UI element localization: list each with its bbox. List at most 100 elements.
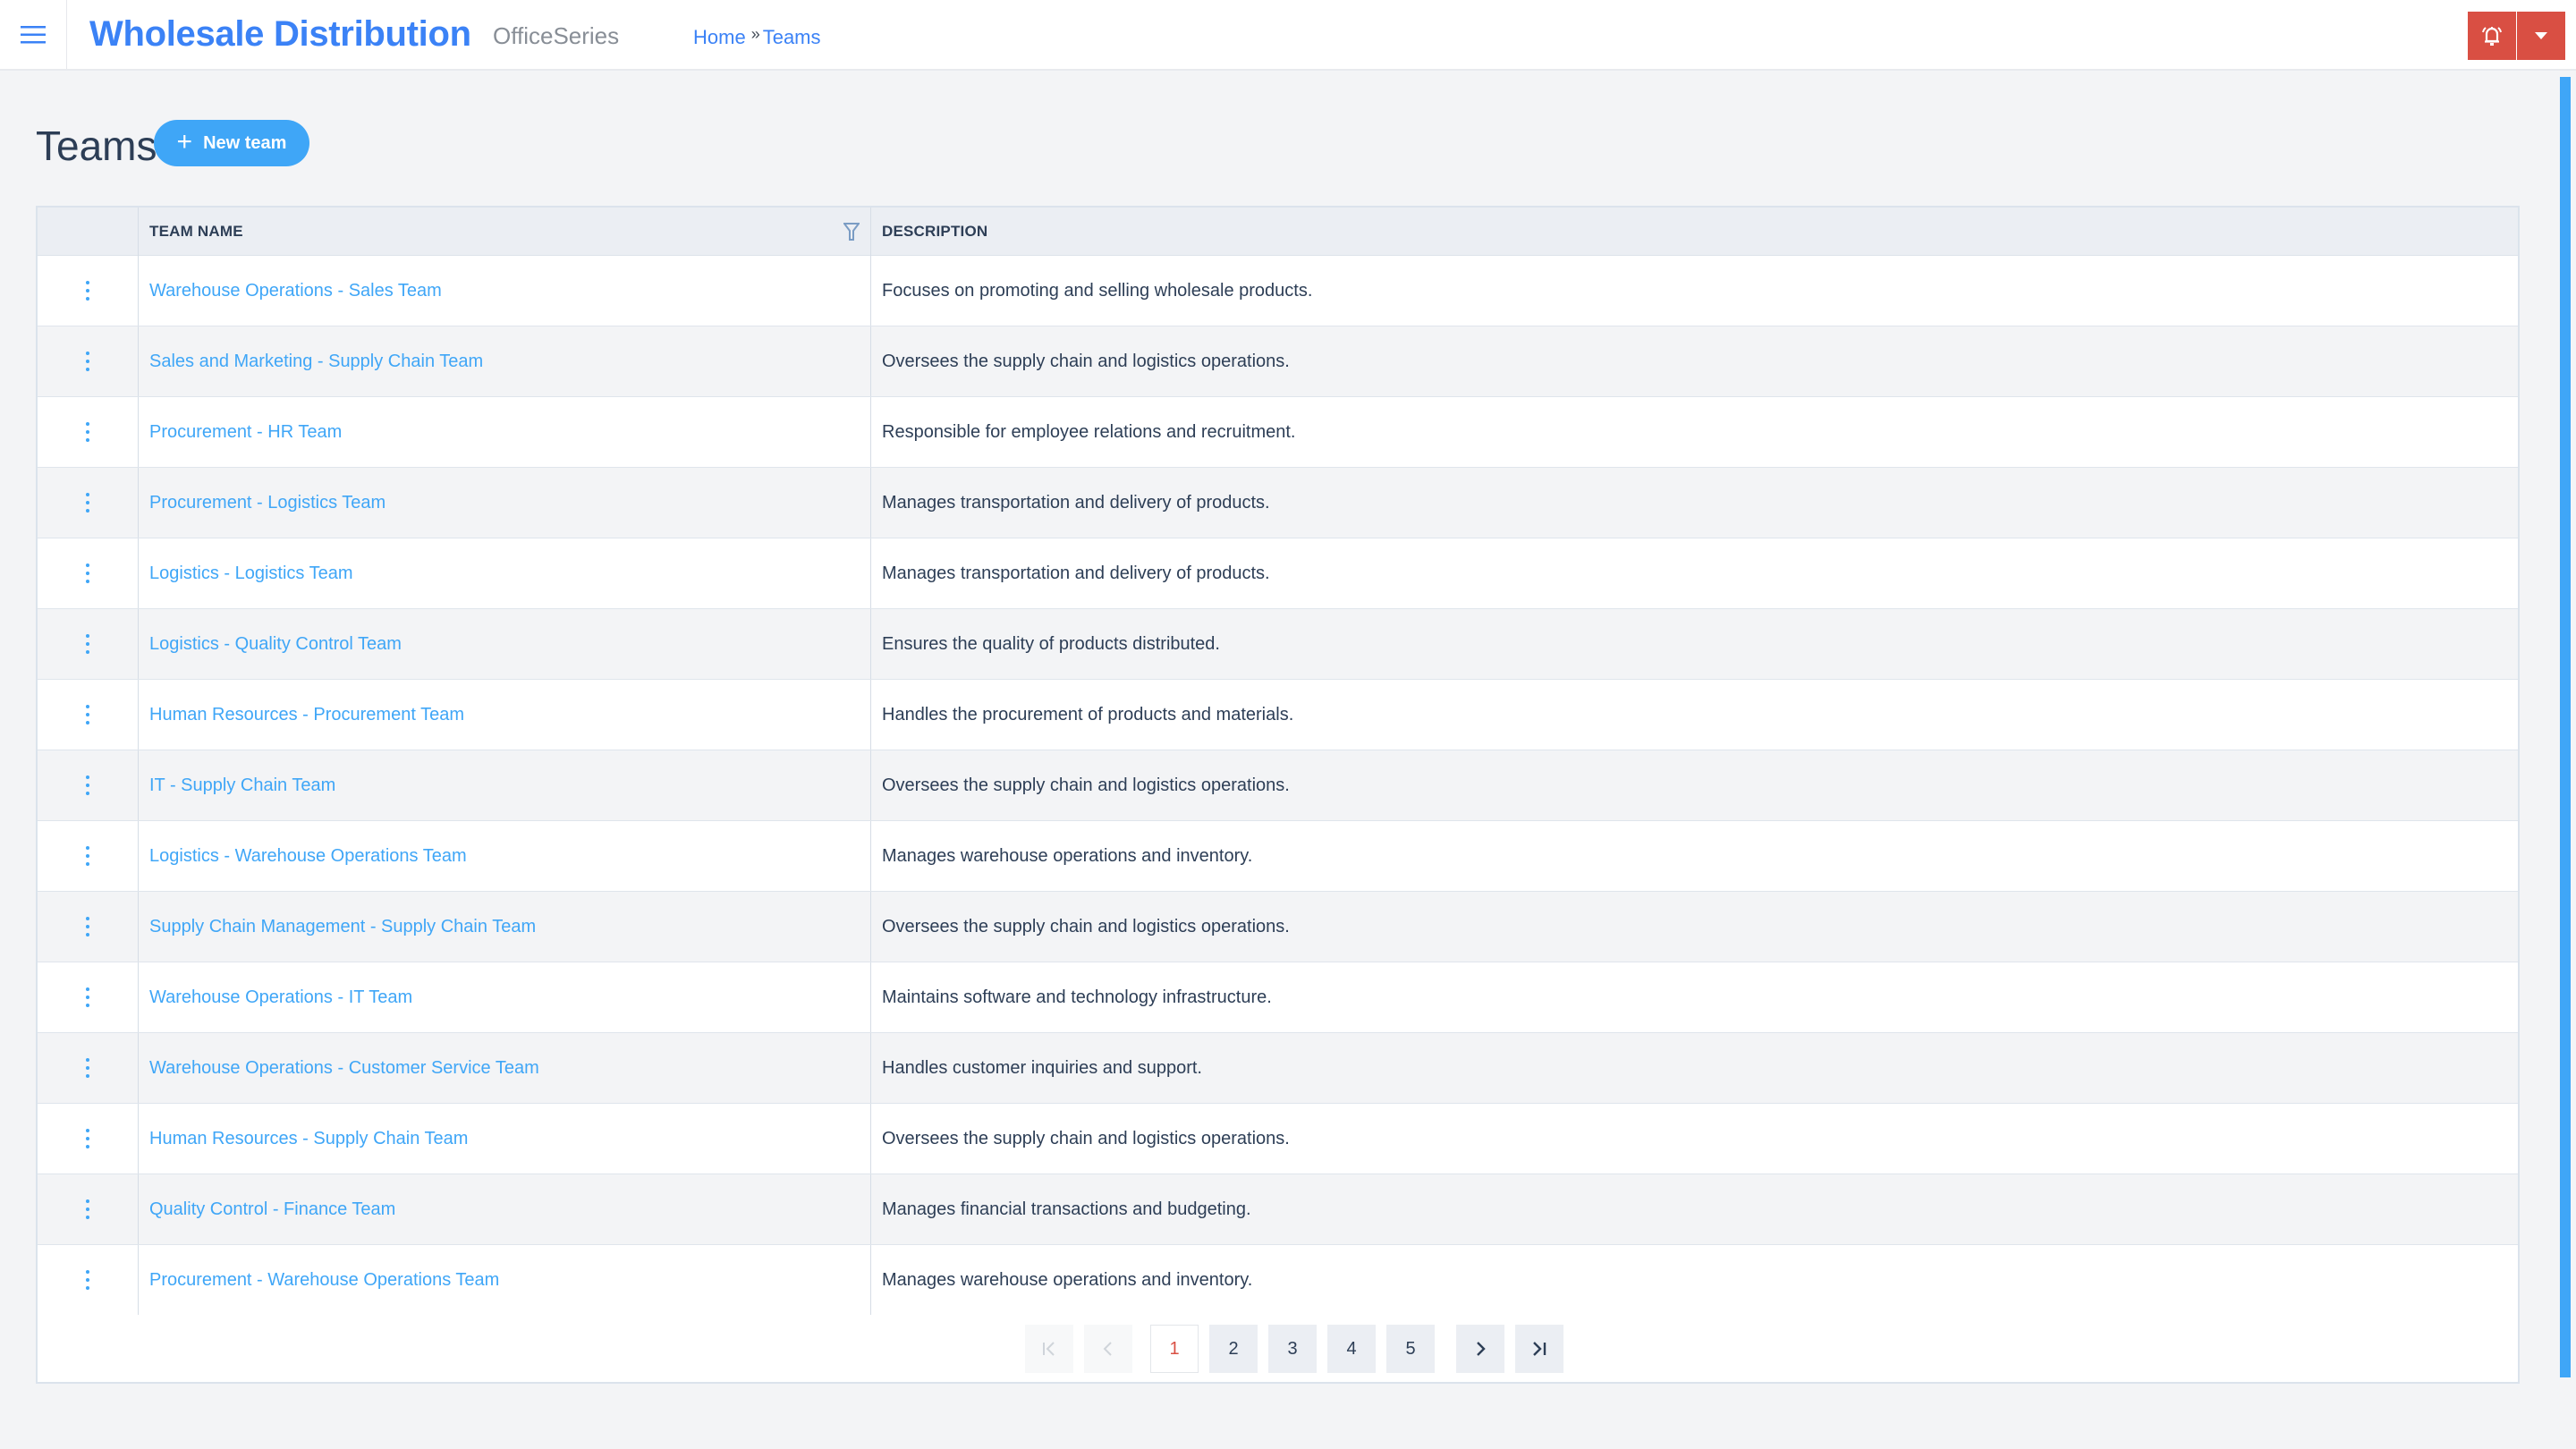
table-row: Warehouse Operations - IT Team Maintains … [38, 962, 2518, 1033]
kebab-menu-icon [86, 1270, 89, 1290]
team-name-cell: Logistics - Quality Control Team [139, 609, 871, 679]
page-title: Teams [36, 123, 157, 169]
page-button-4[interactable]: 4 [1327, 1325, 1376, 1373]
row-actions-button[interactable] [38, 750, 139, 820]
last-page-button[interactable] [1515, 1325, 1563, 1373]
app-subtitle: OfficeSeries [493, 22, 620, 49]
team-description-cell: Maintains software and technology infras… [882, 987, 1272, 1007]
user-menu-dropdown-button[interactable] [2517, 12, 2565, 60]
team-description-cell: Handles the procurement of products and … [882, 704, 1294, 724]
team-description-cell: Oversees the supply chain and logistics … [882, 775, 1290, 795]
new-team-button[interactable]: + New team [154, 120, 309, 166]
row-actions-button[interactable] [38, 962, 139, 1032]
team-name-link[interactable]: Procurement - Logistics Team [149, 493, 386, 513]
team-name-link[interactable]: Logistics - Logistics Team [149, 564, 353, 584]
kebab-menu-icon [86, 705, 89, 724]
team-name-link[interactable]: IT - Supply Chain Team [149, 775, 335, 796]
page-button-2[interactable]: 2 [1209, 1325, 1258, 1373]
kebab-menu-icon [86, 1058, 89, 1078]
kebab-menu-icon [86, 846, 89, 866]
table-row: Sales and Marketing - Supply Chain Team O… [38, 326, 2518, 397]
teams-table: TEAM NAME DESCRIPTION Warehouse Operatio… [36, 206, 2520, 1384]
page-button-3[interactable]: 3 [1268, 1325, 1317, 1373]
row-actions-button[interactable] [38, 397, 139, 467]
table-row: Supply Chain Management - Supply Chain T… [38, 892, 2518, 962]
team-name-cell: Warehouse Operations - IT Team [139, 962, 871, 1032]
table-row: Logistics - Warehouse Operations Team Man… [38, 821, 2518, 892]
kebab-menu-icon [86, 775, 89, 795]
kebab-menu-icon [86, 917, 89, 936]
team-name-link[interactable]: Procurement - HR Team [149, 422, 342, 443]
kebab-menu-icon [86, 564, 89, 583]
team-name-link[interactable]: Supply Chain Management - Supply Chain T… [149, 917, 536, 937]
row-actions-button[interactable] [38, 609, 139, 679]
table-row: Procurement - Warehouse Operations Team M… [38, 1245, 2518, 1316]
row-actions-button[interactable] [38, 326, 139, 396]
row-actions-button[interactable] [38, 1174, 139, 1244]
team-name-cell: Logistics - Warehouse Operations Team [139, 821, 871, 891]
team-name-cell: Human Resources - Supply Chain Team [139, 1104, 871, 1174]
breadcrumb: Home » Teams [693, 23, 821, 53]
page-button-1[interactable]: 1 [1150, 1325, 1199, 1373]
team-name-link[interactable]: Human Resources - Supply Chain Team [149, 1129, 468, 1149]
team-name-cell: Human Resources - Procurement Team [139, 680, 871, 750]
kebab-menu-icon [86, 1129, 89, 1148]
team-description-cell: Oversees the supply chain and logistics … [882, 916, 1290, 936]
team-name-link[interactable]: Human Resources - Procurement Team [149, 705, 464, 725]
team-name-cell: Quality Control - Finance Team [139, 1174, 871, 1244]
row-actions-button[interactable] [38, 680, 139, 750]
row-actions-button[interactable] [38, 1033, 139, 1103]
table-row: Warehouse Operations - Sales Team Focuses… [38, 256, 2518, 326]
team-name-cell: Procurement - Warehouse Operations Team [139, 1245, 871, 1315]
first-page-button[interactable] [1025, 1325, 1073, 1373]
table-row: Procurement - HR Team Responsible for emp… [38, 397, 2518, 468]
table-header: TEAM NAME DESCRIPTION [38, 208, 2518, 256]
menu-toggle-button[interactable] [0, 0, 67, 69]
page-button-5[interactable]: 5 [1386, 1325, 1435, 1373]
table-row: Warehouse Operations - Customer Service … [38, 1033, 2518, 1104]
team-description-cell: Manages financial transactions and budge… [882, 1199, 1251, 1219]
row-actions-button[interactable] [38, 1104, 139, 1174]
table-body: Warehouse Operations - Sales Team Focuses… [38, 256, 2518, 1316]
kebab-menu-icon [86, 493, 89, 513]
row-actions-button[interactable] [38, 256, 139, 326]
row-actions-button[interactable] [38, 468, 139, 538]
team-name-cell: Procurement - HR Team [139, 397, 871, 467]
vertical-scrollbar[interactable] [2560, 77, 2571, 1377]
table-row: Logistics - Logistics Team Manages transp… [38, 538, 2518, 609]
bell-icon [2482, 27, 2502, 46]
kebab-menu-icon [86, 1199, 89, 1219]
column-header-actions [38, 208, 139, 256]
team-description-cell: Manages warehouse operations and invento… [882, 1269, 1253, 1290]
column-header-team-name[interactable]: TEAM NAME [139, 208, 871, 256]
table-row: Logistics - Quality Control Team Ensures … [38, 609, 2518, 680]
team-name-link[interactable]: Logistics - Warehouse Operations Team [149, 846, 467, 867]
breadcrumb-home[interactable]: Home [693, 23, 746, 52]
caret-down-icon [2535, 32, 2547, 39]
filter-icon[interactable] [843, 223, 860, 241]
last-page-icon [1533, 1342, 1546, 1356]
team-name-link[interactable]: Warehouse Operations - IT Team [149, 987, 412, 1008]
team-name-link[interactable]: Warehouse Operations - Sales Team [149, 281, 442, 301]
table-row: Human Resources - Supply Chain Team Overs… [38, 1104, 2518, 1174]
column-header-description: DESCRIPTION [882, 223, 988, 240]
row-actions-button[interactable] [38, 892, 139, 962]
row-actions-button[interactable] [38, 1245, 139, 1315]
team-name-link[interactable]: Logistics - Quality Control Team [149, 634, 402, 655]
team-name-link[interactable]: Quality Control - Finance Team [149, 1199, 395, 1220]
team-name-cell: IT - Supply Chain Team [139, 750, 871, 820]
breadcrumb-teams[interactable]: Teams [763, 23, 821, 52]
table-row: Human Resources - Procurement Team Handle… [38, 680, 2518, 750]
team-name-cell: Warehouse Operations - Sales Team [139, 256, 871, 326]
team-name-link[interactable]: Warehouse Operations - Customer Service … [149, 1058, 539, 1079]
first-page-icon [1043, 1342, 1055, 1356]
prev-page-button[interactable] [1084, 1325, 1132, 1373]
team-name-link[interactable]: Sales and Marketing - Supply Chain Team [149, 352, 483, 372]
next-page-button[interactable] [1456, 1325, 1504, 1373]
team-name-cell: Logistics - Logistics Team [139, 538, 871, 608]
team-name-link[interactable]: Procurement - Warehouse Operations Team [149, 1270, 499, 1291]
top-bar: Wholesale Distribution OfficeSeries Home… [0, 0, 2576, 71]
row-actions-button[interactable] [38, 821, 139, 891]
notifications-button[interactable] [2468, 12, 2516, 60]
row-actions-button[interactable] [38, 538, 139, 608]
